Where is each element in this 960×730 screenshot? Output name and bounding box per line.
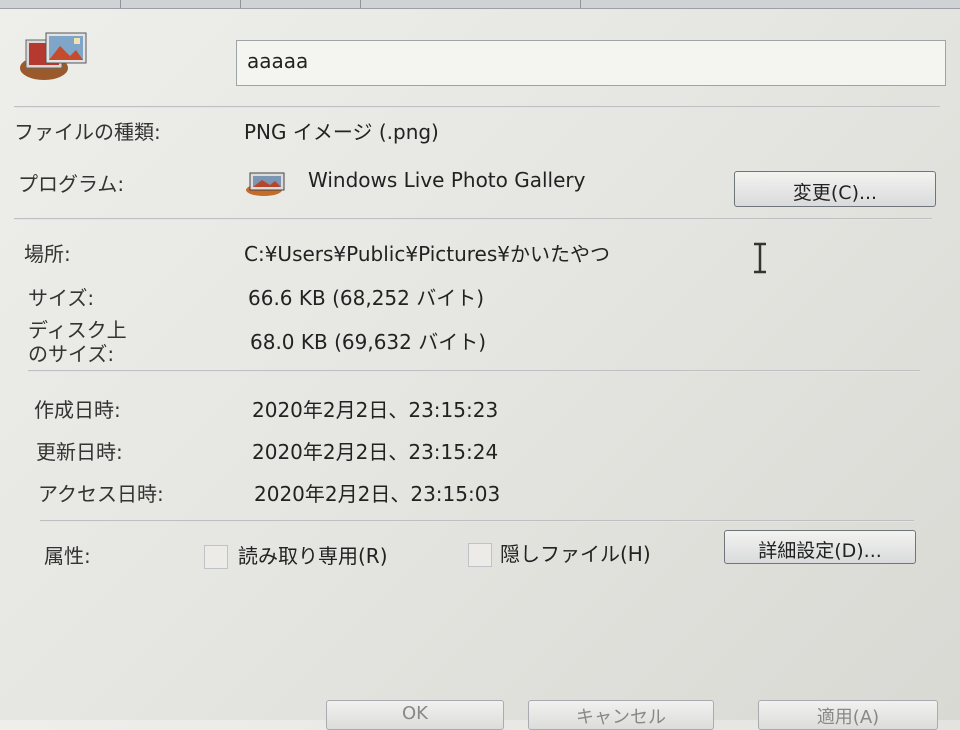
- change-program-button[interactable]: 変更(C)...: [734, 171, 936, 207]
- tab-separator: [120, 0, 121, 8]
- divider: [40, 520, 914, 522]
- readonly-checkbox[interactable]: [204, 545, 228, 569]
- program-value: Windows Live Photo Gallery: [308, 168, 586, 192]
- ok-button[interactable]: OK: [326, 700, 504, 730]
- accessed-label: アクセス日時:: [38, 482, 164, 506]
- attributes-label: 属性:: [44, 544, 91, 568]
- size-on-disk-label: ディスク上 のサイズ:: [28, 318, 127, 366]
- text-cursor-icon: [754, 242, 766, 274]
- photo-file-icon: [20, 32, 87, 80]
- hidden-checkbox[interactable]: [468, 543, 492, 567]
- location-value: C:¥Users¥Public¥Pictures¥かいたやつ: [244, 242, 610, 266]
- filename-input[interactable]: aaaaa: [236, 40, 946, 86]
- tab-separator: [580, 0, 581, 8]
- divider: [14, 106, 940, 108]
- apply-button[interactable]: 適用(A): [758, 700, 938, 730]
- advanced-settings-button[interactable]: 詳細設定(D)...: [724, 530, 916, 564]
- created-value: 2020年2月2日、23:15:23: [252, 398, 499, 422]
- accessed-value: 2020年2月2日、23:15:03: [254, 482, 501, 506]
- modified-label: 更新日時:: [36, 440, 123, 464]
- file-type-label: ファイルの種類:: [14, 120, 161, 144]
- file-type-value: PNG イメージ (.png): [244, 120, 439, 144]
- tab-separator: [240, 0, 241, 8]
- size-label: サイズ:: [28, 286, 95, 310]
- modified-value: 2020年2月2日、23:15:24: [252, 440, 499, 464]
- photo-gallery-icon: [246, 172, 285, 196]
- hidden-label: 隠しファイル(H): [500, 542, 651, 566]
- divider: [14, 218, 932, 220]
- created-label: 作成日時:: [34, 398, 121, 422]
- size-on-disk-label-line2: のサイズ:: [28, 342, 115, 366]
- size-on-disk-label-line1: ディスク上: [28, 318, 127, 342]
- size-value: 66.6 KB (68,252 バイト): [248, 286, 485, 310]
- tab-separator: [360, 0, 361, 8]
- divider: [28, 370, 920, 372]
- size-on-disk-value: 68.0 KB (69,632 バイト): [250, 330, 487, 354]
- readonly-label: 読み取り専用(R): [238, 544, 388, 568]
- cancel-button[interactable]: キャンセル: [528, 700, 714, 730]
- location-label: 場所:: [24, 242, 71, 266]
- dialog-tab-strip: [0, 0, 960, 9]
- program-label: プログラム:: [18, 172, 125, 196]
